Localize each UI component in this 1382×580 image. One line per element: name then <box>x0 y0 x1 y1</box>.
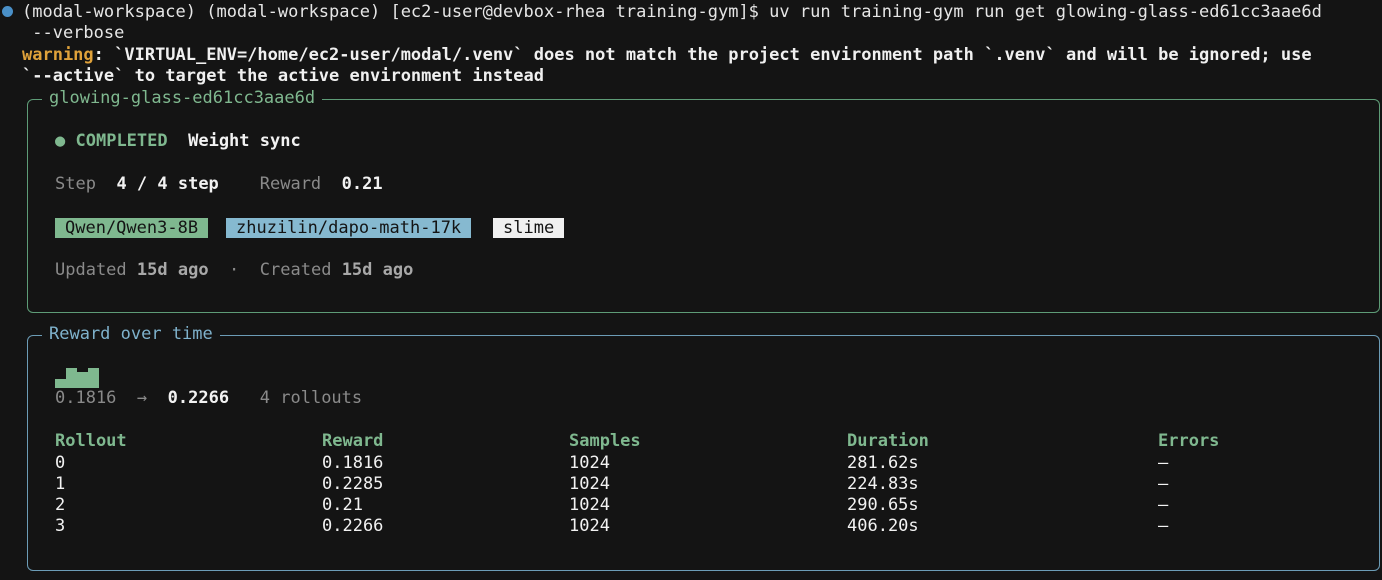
step-row: Step 4 / 4 step Reward 0.21 <box>55 174 383 196</box>
table-cell: – <box>1158 495 1169 515</box>
table-cell: 406.20s <box>847 516 919 536</box>
column-header-reward: Reward <box>322 431 384 451</box>
command-line-continuation: --verbose <box>22 23 125 43</box>
sparkline-bar <box>66 368 77 388</box>
table-cell: – <box>1158 474 1169 494</box>
column-header-samples: Samples <box>569 431 641 451</box>
sparkline-bar <box>88 368 99 388</box>
table-cell: 1024 <box>569 516 610 536</box>
column-header-rollout: Rollout <box>55 431 127 451</box>
run-summary-panel: glowing-glass-ed61cc3aae6d ● COMPLETED W… <box>27 88 1380 313</box>
table-cell: 1024 <box>569 474 610 494</box>
table-cell: 1024 <box>569 453 610 473</box>
status-dot-icon: ● <box>55 131 66 151</box>
warning-line-continuation: `--active` to target the active environm… <box>22 66 544 86</box>
status-row: ● COMPLETED Weight sync <box>55 131 301 153</box>
sparkline-bar <box>55 379 66 388</box>
reward-summary-row: 0.1816 → 0.2266 4 rollouts <box>55 388 362 410</box>
reward-sparkline <box>55 368 99 388</box>
table-cell: 224.83s <box>847 474 919 494</box>
dataset-tag: zhuzilin/dapo-math-17k <box>226 218 472 238</box>
sparkline-bar <box>77 372 88 388</box>
table-cell: 1 <box>55 474 66 494</box>
updated-label: Updated <box>55 260 127 280</box>
phase-label: Weight sync <box>188 131 301 151</box>
warning-message: : `VIRTUAL_ENV=/home/ec2-user/modal/.ven… <box>93 45 1312 65</box>
table-cell: 2 <box>55 495 66 515</box>
table-cell: 0.1816 <box>322 453 384 473</box>
table-cell: 281.62s <box>847 453 919 473</box>
prompt-status-icon <box>2 6 13 17</box>
arrow-icon: → <box>136 388 148 408</box>
column-header-errors: Errors <box>1158 431 1220 451</box>
table-cell: 290.65s <box>847 495 919 515</box>
run-panel-title: glowing-glass-ed61cc3aae6d <box>42 88 323 110</box>
reward-value: 0.21 <box>341 174 383 194</box>
table-cell: 3 <box>55 516 66 536</box>
reward-label: Reward <box>259 174 322 194</box>
created-value: 15d ago <box>341 260 414 280</box>
reward-panel: Reward over time 0.1816 → 0.2266 4 rollo… <box>27 324 1380 571</box>
separator-dot: · <box>229 260 240 280</box>
table-cell: – <box>1158 453 1169 473</box>
model-tag: Qwen/Qwen3-8B <box>55 218 209 238</box>
status-badge: COMPLETED <box>75 131 168 151</box>
table-cell: 1024 <box>569 495 610 515</box>
table-cell: – <box>1158 516 1169 536</box>
terminal-window[interactable]: (modal-workspace) (modal-workspace) [ec2… <box>0 0 1382 580</box>
step-label: Step <box>55 174 96 194</box>
step-value: 4 / 4 step <box>116 174 219 194</box>
table-cell: 0.21 <box>322 495 363 515</box>
framework-tag: slime <box>493 218 565 238</box>
command-line: (modal-workspace) (modal-workspace) [ec2… <box>22 2 1322 22</box>
warning-line: warning: `VIRTUAL_ENV=/home/ec2-user/mod… <box>22 45 1312 67</box>
created-label: Created <box>259 260 332 280</box>
reward-end-value: 0.2266 <box>167 388 230 408</box>
column-header-duration: Duration <box>847 431 929 451</box>
table-cell: 0.2285 <box>322 474 384 494</box>
table-cell: 0 <box>55 453 66 473</box>
warning-label: warning <box>22 45 94 65</box>
reward-start-value: 0.1816 <box>55 388 117 408</box>
rollouts-count: 4 rollouts <box>259 388 363 408</box>
timestamps-row: Updated 15d ago · Created 15d ago <box>55 260 413 282</box>
table-cell: 0.2266 <box>322 516 384 536</box>
updated-value: 15d ago <box>136 260 209 280</box>
reward-panel-title: Reward over time <box>42 324 220 346</box>
